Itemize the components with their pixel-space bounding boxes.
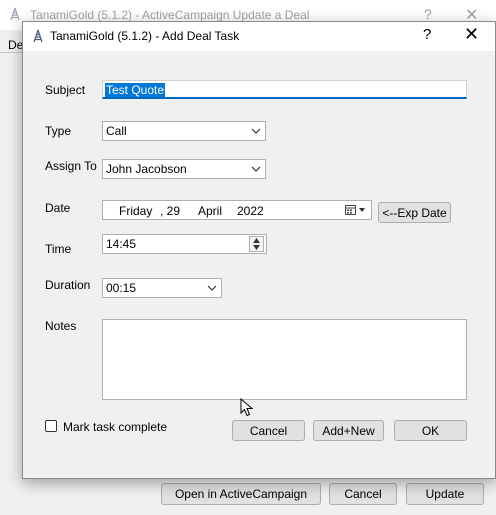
chevron-down-icon bbox=[251, 128, 261, 134]
type-value: Call bbox=[106, 124, 127, 138]
type-label: Type bbox=[45, 124, 72, 138]
time-input[interactable]: 14:45 bbox=[102, 234, 267, 254]
date-day[interactable]: , 29 bbox=[160, 204, 180, 218]
cancel-button[interactable]: Cancel bbox=[232, 420, 305, 441]
chevron-down-icon bbox=[207, 285, 217, 291]
add-new-button[interactable]: Add+New bbox=[313, 420, 384, 441]
duration-label: Duration bbox=[45, 278, 91, 292]
open-in-activecampaign-button[interactable]: Open in ActiveCampaign bbox=[161, 483, 321, 505]
app-icon bbox=[33, 29, 43, 43]
assign-to-value: John Jacobson bbox=[106, 162, 187, 176]
background-cancel-button[interactable]: Cancel bbox=[329, 483, 397, 505]
date-label: Date bbox=[45, 201, 71, 215]
assign-to-label: Assign To bbox=[45, 159, 97, 173]
background-window-title: TanamiGold (5.1.2) - ActiveCampaign Upda… bbox=[30, 8, 310, 22]
help-icon[interactable]: ? bbox=[424, 6, 432, 22]
subject-value: Test Quote bbox=[105, 83, 166, 97]
arrow-down-icon[interactable] bbox=[253, 245, 260, 250]
calendar-icon[interactable] bbox=[345, 205, 367, 216]
update-button[interactable]: Update bbox=[406, 483, 484, 505]
chevron-down-icon bbox=[251, 166, 261, 172]
ok-button[interactable]: OK bbox=[394, 420, 467, 441]
date-weekday[interactable]: Friday bbox=[119, 204, 152, 218]
assign-to-select[interactable]: John Jacobson bbox=[102, 159, 266, 179]
dialog-title: TanamiGold (5.1.2) - Add Deal Task bbox=[50, 29, 240, 43]
notes-textarea[interactable] bbox=[102, 319, 467, 400]
add-deal-task-dialog: TanamiGold (5.1.2) - Add Deal Task ? ✕ S… bbox=[22, 21, 496, 479]
arrow-up-icon[interactable] bbox=[253, 238, 260, 243]
date-month[interactable]: April bbox=[198, 204, 222, 218]
date-year[interactable]: 2022 bbox=[237, 204, 264, 218]
subject-input[interactable]: Test Quote bbox=[102, 80, 467, 99]
duration-value: 00:15 bbox=[106, 281, 137, 295]
notes-label: Notes bbox=[45, 319, 77, 333]
time-value: 14:45 bbox=[106, 237, 137, 251]
type-select[interactable]: Call bbox=[102, 121, 266, 141]
dialog-title-bar: TanamiGold (5.1.2) - Add Deal Task ? ✕ bbox=[23, 22, 495, 51]
divider bbox=[0, 52, 22, 53]
close-icon[interactable]: ✕ bbox=[464, 24, 479, 45]
app-icon bbox=[10, 7, 20, 21]
help-icon[interactable]: ? bbox=[423, 26, 431, 43]
duration-select[interactable]: 00:15 bbox=[102, 278, 222, 298]
mark-complete-checkbox[interactable] bbox=[45, 420, 57, 432]
date-picker[interactable]: Friday , 29 April 2022 bbox=[102, 200, 372, 220]
time-label: Time bbox=[45, 242, 72, 256]
time-spinner[interactable] bbox=[249, 236, 264, 252]
exp-date-button[interactable]: <--Exp Date bbox=[378, 202, 451, 223]
mark-complete-label[interactable]: Mark task complete bbox=[63, 420, 167, 434]
mouse-cursor-icon bbox=[240, 398, 254, 417]
subject-label: Subject bbox=[45, 83, 86, 97]
